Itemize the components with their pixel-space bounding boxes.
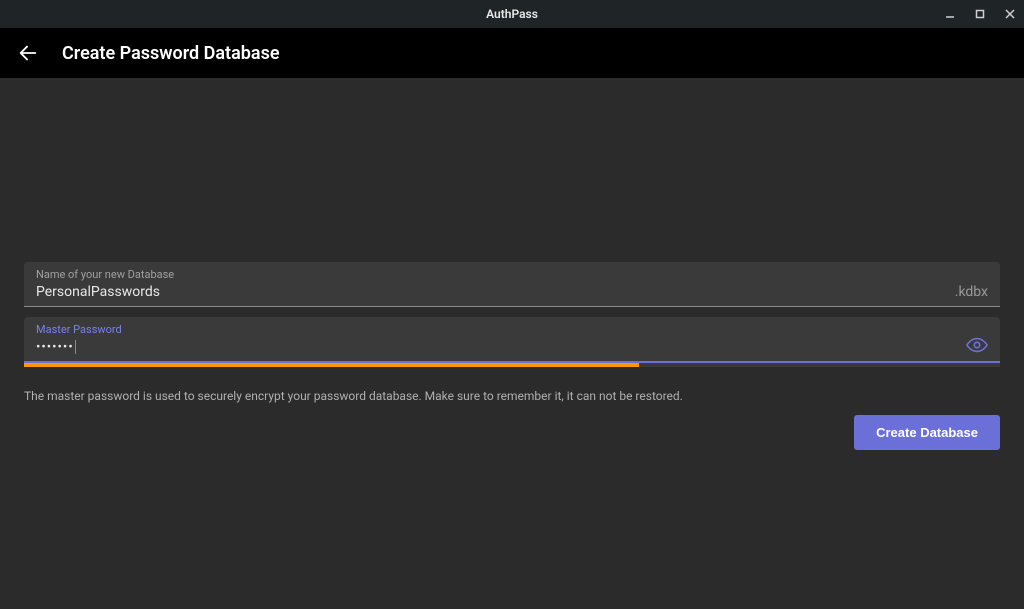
window-controls <box>942 6 1018 22</box>
text-cursor <box>75 340 76 354</box>
master-password-label: Master Password <box>36 323 954 336</box>
database-extension-suffix: .kdbx <box>955 284 988 302</box>
password-strength-fill <box>24 363 639 367</box>
master-password-field-group: Master Password ••••••• <box>24 317 1000 367</box>
database-name-label: Name of your new Database <box>36 268 943 281</box>
master-password-input[interactable]: ••••••• <box>36 337 954 357</box>
button-row: Create Database <box>24 415 1000 450</box>
minimize-button[interactable] <box>942 6 958 22</box>
main-content: Name of your new Database .kdbx Master P… <box>0 78 1024 450</box>
create-database-button[interactable]: Create Database <box>854 415 1000 450</box>
close-button[interactable] <box>1002 6 1018 22</box>
database-name-input[interactable] <box>36 282 943 302</box>
arrow-left-icon <box>17 42 39 64</box>
back-button[interactable] <box>16 41 40 65</box>
password-masked-value: ••••••• <box>36 340 74 355</box>
database-name-underline <box>24 306 1000 307</box>
master-password-input-wrapper[interactable]: Master Password ••••••• <box>24 317 1000 361</box>
window-titlebar: AuthPass <box>0 0 1024 28</box>
app-bar: Create Password Database <box>0 28 1024 78</box>
toggle-password-visibility-button[interactable] <box>966 335 988 357</box>
window-title: AuthPass <box>486 7 538 21</box>
maximize-button[interactable] <box>972 6 988 22</box>
close-icon <box>1004 8 1016 20</box>
page-title: Create Password Database <box>62 43 280 64</box>
database-name-input-wrapper[interactable]: Name of your new Database .kdbx <box>24 262 1000 306</box>
eye-icon <box>966 334 988 356</box>
helper-text: The master password is used to securely … <box>24 389 1000 403</box>
database-name-field-group: Name of your new Database .kdbx <box>24 262 1000 307</box>
minimize-icon <box>945 9 955 19</box>
maximize-icon <box>975 9 985 19</box>
password-strength-bar <box>24 363 1000 367</box>
